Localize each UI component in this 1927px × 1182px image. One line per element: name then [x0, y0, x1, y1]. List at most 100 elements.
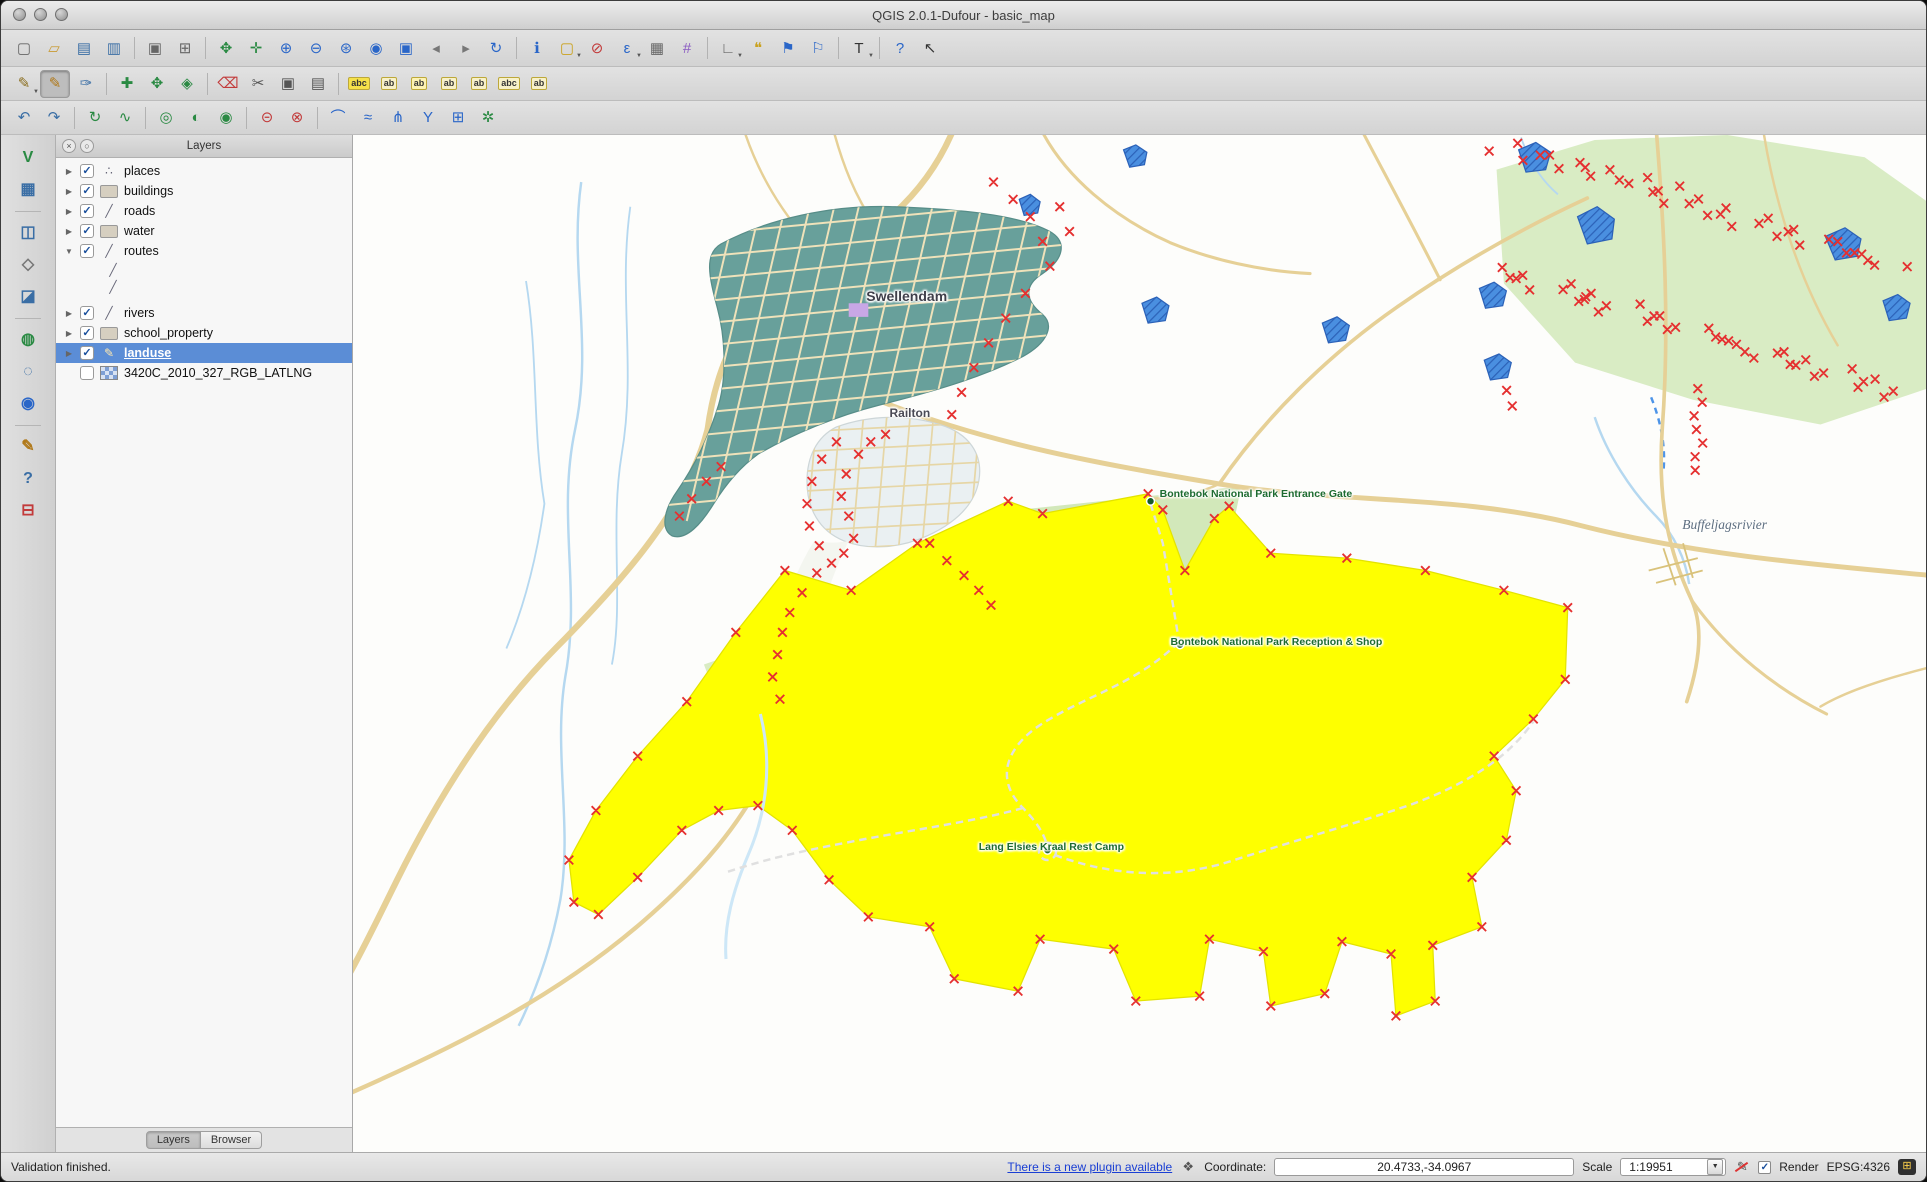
node-tool-button[interactable]: ◈ — [173, 71, 201, 97]
layer-checkbox[interactable] — [80, 366, 94, 380]
map-viewport[interactable]: Swellendam Railton Bontebok National Par… — [353, 135, 1926, 1152]
composer-manager-button[interactable]: ⊞ — [171, 35, 199, 61]
log-messages-button[interactable]: ⊞ — [1898, 1159, 1916, 1175]
open-attribute-table-button[interactable]: ▦ — [643, 35, 671, 61]
expand-arrow-icon[interactable]: ▶ — [64, 329, 74, 338]
delete-selected-button[interactable]: ⌫ — [214, 71, 242, 97]
zoom-in-button[interactable]: ⊕ — [272, 35, 300, 61]
zoom-to-selection-button[interactable]: ◉ — [362, 35, 390, 61]
zoom-button[interactable] — [55, 8, 68, 21]
labeling-options-button[interactable]: abc — [345, 71, 373, 97]
whats-this-button[interactable]: ↖ — [916, 35, 944, 61]
add-feature-button[interactable]: ✚ — [113, 71, 141, 97]
zoom-out-button[interactable]: ⊖ — [302, 35, 330, 61]
expand-arrow-icon[interactable]: ▶ — [64, 167, 74, 176]
layer-checkbox[interactable]: ✓ — [80, 306, 94, 320]
offset-curve-button[interactable]: ≈ — [354, 105, 382, 131]
map-canvas[interactable] — [353, 135, 1926, 1152]
layer-item-3420C_2010_327_RGB_LATLNG[interactable]: 3420C_2010_327_RGB_LATLNG — [56, 363, 352, 383]
reshape-features-button[interactable]: ⌒ — [324, 105, 352, 131]
identify-features-button[interactable]: ℹ — [523, 35, 551, 61]
add-vector-layer-button[interactable]: V — [12, 143, 44, 173]
layer-checkbox[interactable]: ✓ — [80, 164, 94, 178]
save-project-as-button[interactable]: ▥ — [100, 35, 128, 61]
minimize-button[interactable] — [34, 8, 47, 21]
add-mssql-layer-button[interactable]: ◪ — [12, 282, 44, 312]
zoom-last-button[interactable]: ◂ — [422, 35, 450, 61]
tab-browser[interactable]: Browser — [201, 1131, 262, 1149]
highlight-labels-button[interactable]: ab — [405, 71, 433, 97]
add-wms-layer-button[interactable]: ◍ — [12, 325, 44, 355]
expand-arrow-icon[interactable]: ▶ — [64, 187, 74, 196]
pin-labels-button[interactable]: ab — [375, 71, 403, 97]
tab-layers[interactable]: Layers — [146, 1131, 201, 1149]
help-button[interactable]: ? — [886, 35, 914, 61]
remove-layer-button[interactable]: ⊟ — [12, 496, 44, 526]
layer-checkbox[interactable]: ✓ — [80, 346, 94, 360]
close-button[interactable] — [13, 8, 26, 21]
copy-features-button[interactable]: ▣ — [274, 71, 302, 97]
plugin-icon[interactable]: ❖ — [1180, 1159, 1196, 1175]
add-wfs-layer-button[interactable]: ◉ — [12, 389, 44, 419]
new-project-button[interactable]: ▢ — [10, 35, 38, 61]
open-project-button[interactable]: ▱ — [40, 35, 68, 61]
paste-features-button[interactable]: ▤ — [304, 71, 332, 97]
split-parts-button[interactable]: Y — [414, 105, 442, 131]
expand-arrow-icon[interactable]: ▶ — [64, 309, 74, 318]
add-spatialite-layer-button[interactable]: ◇ — [12, 250, 44, 280]
expand-arrow-icon[interactable]: ▶ — [64, 227, 74, 236]
layer-item-school_property[interactable]: ▶✓school_property — [56, 323, 352, 343]
delete-ring-button[interactable]: ⊝ — [253, 105, 281, 131]
scale-combo[interactable]: 1:19951 ▼ — [1620, 1158, 1726, 1176]
expand-arrow-icon[interactable]: ▼ — [64, 247, 74, 256]
rotate-label-button[interactable]: ab — [465, 71, 493, 97]
show-hide-labels-button[interactable]: ab — [525, 71, 553, 97]
show-bookmarks-button[interactable]: ⚐ — [804, 35, 832, 61]
layer-checkbox[interactable]: ✓ — [80, 184, 94, 198]
rotate-feature-button[interactable]: ↻ — [81, 105, 109, 131]
panel-close-button[interactable]: × — [62, 139, 76, 153]
merge-features-button[interactable]: ⊞ — [444, 105, 472, 131]
field-calculator-button[interactable]: # — [673, 35, 701, 61]
simplify-feature-button[interactable]: ∿ — [111, 105, 139, 131]
toggle-editing-button[interactable]: ✎ — [40, 70, 70, 98]
panel-float-button[interactable]: ○ — [80, 139, 94, 153]
layer-item-water[interactable]: ▶✓water — [56, 221, 352, 241]
layer-item-landuse[interactable]: ▶✓✎landuse — [56, 343, 352, 363]
map-tips-button[interactable]: ❝ — [744, 35, 772, 61]
refresh-map-button[interactable]: ↻ — [482, 35, 510, 61]
text-annotation-button[interactable]: T▼ — [845, 35, 873, 61]
select-features-button[interactable]: ▢▼ — [553, 35, 581, 61]
redo-button[interactable]: ↷ — [40, 105, 68, 131]
add-postgis-layer-button[interactable]: ◫ — [12, 218, 44, 248]
layer-checkbox[interactable]: ✓ — [80, 244, 94, 258]
fill-ring-button[interactable]: ◉ — [212, 105, 240, 131]
rotate-point-symbols-button[interactable]: ✲ — [474, 105, 502, 131]
move-feature-button[interactable]: ✥ — [143, 71, 171, 97]
stop-rendering-icon[interactable]: ✎ — [1734, 1159, 1750, 1175]
zoom-full-button[interactable]: ⊛ — [332, 35, 360, 61]
new-bookmark-button[interactable]: ⚑ — [774, 35, 802, 61]
save-project-button[interactable]: ▤ — [70, 35, 98, 61]
delete-part-button[interactable]: ⊗ — [283, 105, 311, 131]
undo-button[interactable]: ↶ — [10, 105, 38, 131]
add-wcs-layer-button[interactable]: ◌ — [12, 357, 44, 387]
zoom-next-button[interactable]: ▸ — [452, 35, 480, 61]
scale-dropdown-icon[interactable]: ▼ — [1707, 1159, 1723, 1175]
current-edits-button[interactable]: ✎▼ — [10, 71, 38, 97]
measure-button[interactable]: ∟▼ — [714, 35, 742, 61]
layer-item-roads[interactable]: ▶✓╱roads — [56, 201, 352, 221]
zoom-to-layer-button[interactable]: ▣ — [392, 35, 420, 61]
expand-arrow-icon[interactable]: ▶ — [64, 349, 74, 358]
add-delimited-text-layer-button[interactable]: ? — [12, 464, 44, 494]
move-label-button[interactable]: ab — [435, 71, 463, 97]
layer-checkbox[interactable]: ✓ — [80, 326, 94, 340]
render-checkbox[interactable]: ✓ — [1758, 1161, 1771, 1174]
deselect-features-button[interactable]: ⊘ — [583, 35, 611, 61]
layer-item-places[interactable]: ▶✓∴places — [56, 161, 352, 181]
expand-arrow-icon[interactable]: ▶ — [64, 207, 74, 216]
cut-features-button[interactable]: ✂ — [244, 71, 272, 97]
add-raster-layer-button[interactable]: ▦ — [12, 175, 44, 205]
pan-map-button[interactable]: ✥ — [212, 35, 240, 61]
split-features-button[interactable]: ⋔ — [384, 105, 412, 131]
